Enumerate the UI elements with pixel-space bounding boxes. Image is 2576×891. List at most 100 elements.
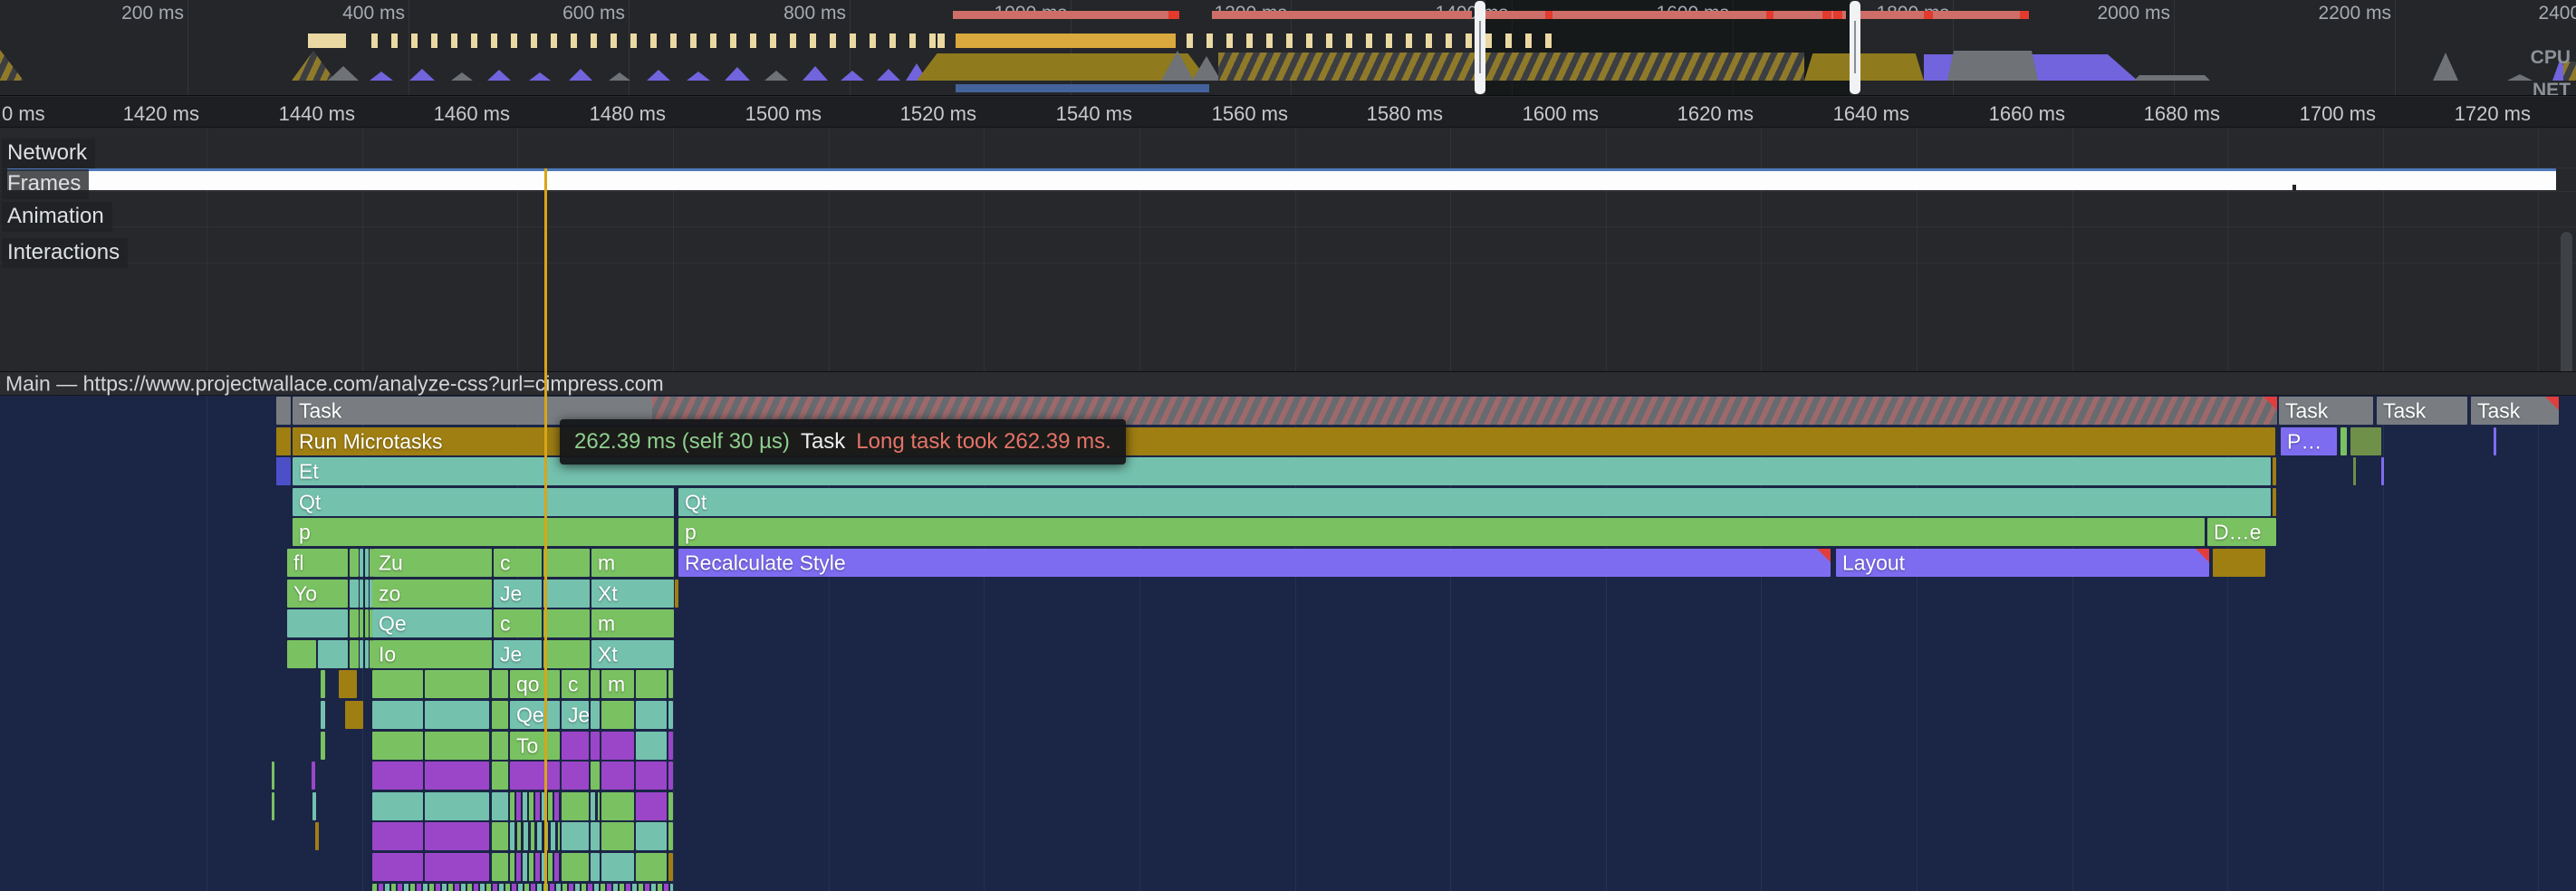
flame-bar[interactable] bbox=[372, 792, 423, 820]
flame-bar[interactable] bbox=[636, 853, 667, 881]
flame-bar-yo[interactable]: Yo bbox=[287, 580, 348, 608]
flame-bar[interactable] bbox=[591, 853, 600, 881]
flame-bar[interactable] bbox=[543, 549, 590, 577]
flame-bar[interactable] bbox=[372, 762, 423, 790]
flame-bar-p-[interactable]: P… bbox=[2281, 427, 2337, 455]
track-label-frames[interactable]: Frames bbox=[2, 169, 89, 199]
flame-bar[interactable] bbox=[668, 822, 673, 850]
flame-bar[interactable] bbox=[350, 549, 359, 577]
flame-bar[interactable] bbox=[591, 732, 600, 760]
flame-bar[interactable] bbox=[425, 701, 489, 729]
flame-bar-xt[interactable]: Xt bbox=[591, 580, 674, 608]
flame-bar[interactable] bbox=[601, 701, 634, 729]
flame-bar[interactable] bbox=[492, 853, 508, 881]
flame-bar[interactable] bbox=[543, 640, 590, 668]
flame-bar[interactable] bbox=[287, 609, 348, 637]
flame-bar[interactable] bbox=[276, 397, 291, 425]
flame-bar-m[interactable]: m bbox=[591, 549, 674, 577]
flame-bar[interactable] bbox=[360, 580, 363, 608]
track-label-interactions[interactable]: Interactions bbox=[2, 238, 128, 268]
vertical-scrollbar-thumb[interactable] bbox=[2561, 232, 2572, 371]
flame-bar[interactable] bbox=[636, 822, 667, 850]
flame-bar[interactable] bbox=[365, 549, 369, 577]
flame-bar[interactable] bbox=[360, 549, 363, 577]
overview-window-right-handle[interactable] bbox=[1850, 1, 1860, 94]
flame-bar[interactable] bbox=[318, 640, 348, 668]
flame-bar[interactable] bbox=[360, 640, 363, 668]
flame-bar[interactable] bbox=[276, 457, 291, 485]
overview-window-left-handle[interactable] bbox=[1475, 1, 1485, 94]
flame-bar[interactable] bbox=[668, 792, 673, 820]
flame-bar[interactable] bbox=[636, 732, 667, 760]
flame-bar[interactable] bbox=[372, 822, 423, 850]
flame-bar[interactable] bbox=[372, 884, 673, 891]
flame-bar-recalculate-style[interactable]: Recalculate Style bbox=[678, 549, 1831, 577]
flame-bar[interactable] bbox=[562, 792, 589, 820]
flame-bar-je[interactable]: Je bbox=[494, 580, 542, 608]
flame-bar-c[interactable]: c bbox=[494, 609, 542, 637]
flame-bar[interactable] bbox=[591, 792, 600, 820]
main-thread-track-header[interactable]: Main — https://www.projectwallace.com/an… bbox=[0, 371, 2576, 396]
timeline-ruler[interactable]: 0 ms1420 ms1440 ms1460 ms1480 ms1500 ms1… bbox=[0, 97, 2576, 128]
flame-bar[interactable] bbox=[543, 580, 590, 608]
flame-bar-task[interactable]: Task bbox=[2377, 397, 2467, 425]
flame-bar-m[interactable]: m bbox=[591, 609, 674, 637]
flame-bar[interactable] bbox=[636, 701, 667, 729]
flame-bar-xt[interactable]: Xt bbox=[591, 640, 674, 668]
flame-bar[interactable] bbox=[510, 822, 560, 850]
flame-bar[interactable] bbox=[510, 853, 560, 881]
flame-bar[interactable] bbox=[425, 792, 489, 820]
flame-bar[interactable] bbox=[2353, 457, 2356, 485]
flame-bar[interactable] bbox=[425, 762, 489, 790]
flame-bar-c[interactable]: c bbox=[494, 549, 542, 577]
flame-bar-qt[interactable]: Qt bbox=[678, 488, 2271, 516]
flame-bar[interactable] bbox=[339, 670, 357, 698]
flame-bar[interactable] bbox=[350, 609, 359, 637]
flame-bar[interactable] bbox=[601, 792, 634, 820]
flame-bar[interactable] bbox=[562, 762, 589, 790]
flame-bar[interactable] bbox=[636, 762, 667, 790]
flame-bar[interactable] bbox=[668, 701, 673, 729]
flame-bar[interactable] bbox=[372, 853, 423, 881]
flame-bar[interactable] bbox=[543, 609, 590, 637]
flame-bar[interactable] bbox=[312, 762, 315, 790]
flame-bar[interactable] bbox=[510, 792, 560, 820]
flame-bar[interactable] bbox=[350, 640, 359, 668]
flame-bar[interactable] bbox=[345, 701, 363, 729]
flame-bar[interactable] bbox=[425, 670, 489, 698]
flame-bar-d-e[interactable]: D…e bbox=[2207, 518, 2276, 546]
flame-bar[interactable] bbox=[492, 822, 508, 850]
flame-bar[interactable] bbox=[2273, 457, 2276, 485]
track-label-network[interactable]: Network bbox=[2, 139, 95, 168]
flame-bar-p[interactable]: p bbox=[293, 518, 674, 546]
flame-bar[interactable] bbox=[350, 580, 359, 608]
flame-bar[interactable] bbox=[365, 580, 369, 608]
flame-bar[interactable] bbox=[636, 670, 667, 698]
track-label-animation[interactable]: Animation bbox=[2, 202, 112, 232]
flame-bar-je[interactable]: Je bbox=[562, 701, 589, 729]
flame-bar-qe[interactable]: Qe bbox=[372, 609, 492, 637]
flame-bar-c[interactable]: c bbox=[562, 670, 589, 698]
flame-bar-qt[interactable]: Qt bbox=[293, 488, 674, 516]
flame-bar[interactable] bbox=[365, 609, 369, 637]
flame-bar-io[interactable]: Io bbox=[372, 640, 492, 668]
flame-bar-task[interactable]: Task bbox=[2279, 397, 2373, 425]
flame-bar[interactable] bbox=[510, 762, 560, 790]
flame-bar[interactable] bbox=[372, 670, 423, 698]
flame-bar[interactable] bbox=[668, 670, 673, 698]
flame-bar[interactable] bbox=[425, 853, 489, 881]
flame-bar[interactable] bbox=[601, 762, 634, 790]
flame-bar-zu[interactable]: Zu bbox=[372, 549, 492, 577]
flame-bar[interactable] bbox=[668, 853, 673, 881]
flame-bar[interactable] bbox=[591, 762, 600, 790]
flame-bar[interactable] bbox=[668, 732, 673, 760]
flame-bar[interactable] bbox=[562, 732, 589, 760]
flame-bar[interactable] bbox=[492, 762, 508, 790]
flame-bar-qe[interactable]: Qe bbox=[510, 701, 560, 729]
flame-bar[interactable] bbox=[2494, 427, 2496, 455]
flame-bar[interactable] bbox=[272, 792, 274, 820]
flame-bar[interactable] bbox=[2273, 488, 2276, 516]
flame-bar-m[interactable]: m bbox=[601, 670, 634, 698]
flame-bar-fl[interactable]: fl bbox=[287, 549, 348, 577]
timeline-overview-minimap[interactable]: 200 ms400 ms600 ms800 ms1000 ms1200 ms14… bbox=[0, 0, 2576, 96]
